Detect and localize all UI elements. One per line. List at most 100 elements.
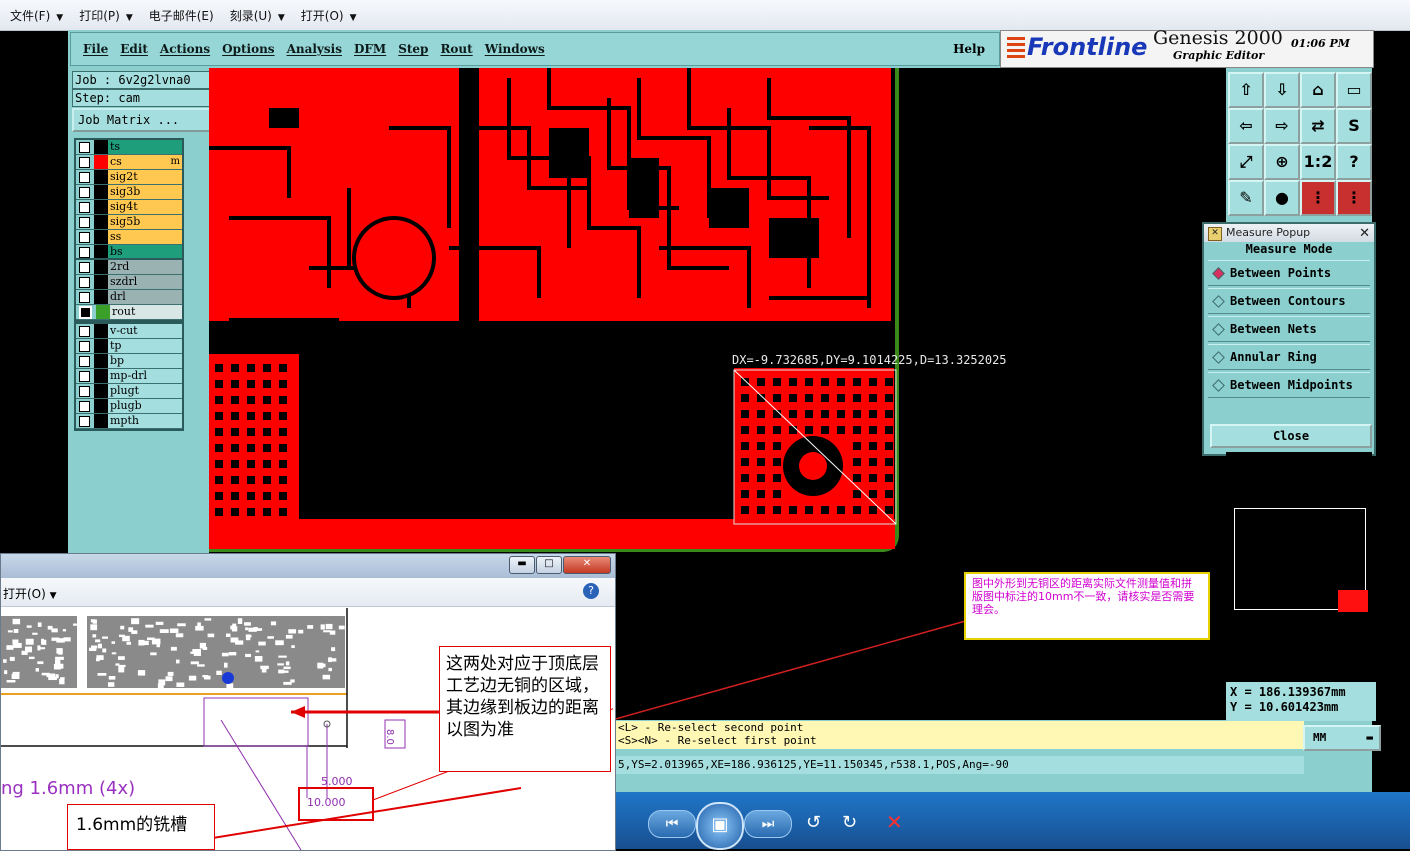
layer-row-drl[interactable]: drl [76, 290, 182, 305]
menu-analysis[interactable]: Analysis [287, 42, 342, 56]
layer-row-2rd[interactable]: 2rd [76, 260, 182, 275]
layer-name[interactable]: ts [108, 140, 182, 154]
layer-checkbox[interactable] [79, 201, 90, 213]
layer-name[interactable]: sig5b [108, 215, 182, 229]
layer-row-bp[interactable]: bp [76, 354, 182, 369]
layer-checkbox[interactable] [79, 355, 90, 367]
layer-checkbox[interactable] [79, 216, 90, 228]
menu-edit[interactable]: Edit [120, 42, 148, 56]
play-icon[interactable]: ▣ [696, 802, 744, 850]
layer-name[interactable]: bp [108, 354, 182, 368]
rotate-right-icon[interactable]: ↻ [842, 812, 857, 833]
layer-name[interactable]: rout [110, 305, 182, 319]
layer-checkbox[interactable] [79, 156, 90, 168]
layer-row-sig4t[interactable]: sig4t [76, 200, 182, 215]
layer-checkbox[interactable] [79, 276, 90, 288]
option-between-midpoints[interactable]: Between Midpoints [1208, 372, 1370, 398]
option-between-points[interactable]: Between Points [1208, 260, 1370, 286]
toolbar-email-menu[interactable]: 电子邮件(E) [149, 7, 214, 24]
pan-left-icon[interactable]: ⇦ [1228, 108, 1264, 144]
close-icon[interactable]: ✕ [563, 556, 611, 574]
layer-row-mp-drl[interactable]: mp-drl [76, 369, 182, 384]
layer-row-v-cut[interactable]: v-cut [76, 324, 182, 339]
toolbar-print-menu[interactable]: 打印(P) ▼ [79, 7, 133, 24]
layer-row-plugt[interactable]: plugt [76, 384, 182, 399]
layer-name[interactable]: szdrl [108, 275, 182, 289]
previous-icon[interactable]: ⏮ [648, 810, 696, 838]
layer-down-icon[interactable]: ⇩ [1264, 72, 1300, 108]
minimap[interactable] [1226, 452, 1372, 682]
layer-row-szdrl[interactable]: szdrl [76, 275, 182, 290]
layer-checkbox[interactable] [79, 231, 90, 243]
menu-help[interactable]: Help [953, 42, 985, 56]
viewer-titlebar[interactable]: ▬ □ ✕ [1, 554, 615, 578]
layer-name[interactable]: drl [108, 290, 182, 304]
menu-dfm[interactable]: DFM [354, 42, 386, 56]
layer-checkbox[interactable] [79, 246, 90, 258]
toolbar-burn-menu[interactable]: 刻录(U) ▼ [230, 7, 285, 24]
layer-checkbox[interactable] [79, 141, 90, 153]
layer-row-sig5b[interactable]: sig5b [76, 215, 182, 230]
layer-name[interactable]: sig4t [108, 200, 182, 214]
zoom-fit-icon[interactable]: ⤢ [1228, 144, 1264, 180]
layer-row-rout[interactable]: rout [76, 305, 182, 320]
measure-close-button[interactable]: Close [1210, 424, 1372, 448]
job-matrix-button[interactable]: Job Matrix ... [72, 108, 212, 132]
zoom-center-icon[interactable]: ⊕ [1264, 144, 1300, 180]
measure-popup-titlebar[interactable]: ✕ Measure Popup ✕ [1204, 224, 1374, 242]
option-between-contours[interactable]: Between Contours [1208, 288, 1370, 314]
layer-checkbox[interactable] [79, 370, 90, 382]
pin-icon[interactable]: ● [1264, 180, 1300, 216]
layer-checkbox[interactable] [79, 385, 90, 397]
layer-name[interactable]: sig3b [108, 185, 182, 199]
option-annular-ring[interactable]: Annular Ring [1208, 344, 1370, 370]
menu-file[interactable]: File [83, 42, 108, 56]
layer-name[interactable]: plugt [108, 384, 182, 398]
drill-icon[interactable]: ⋮ [1336, 180, 1372, 216]
pan-right-icon[interactable]: ⇨ [1264, 108, 1300, 144]
menu-actions[interactable]: Actions [160, 42, 210, 56]
toolbar-file-menu[interactable]: 文件(F) ▼ [10, 7, 63, 24]
layer-checkbox[interactable] [79, 186, 90, 198]
minimize-icon[interactable]: ▬ [509, 556, 535, 574]
layer-row-sig2t[interactable]: sig2t [76, 170, 182, 185]
option-between-nets[interactable]: Between Nets [1208, 316, 1370, 342]
layer-name[interactable]: plugb [108, 399, 182, 413]
toolbar-open-menu[interactable]: 打开(O) ▼ [301, 7, 357, 24]
menu-windows[interactable]: Windows [485, 42, 545, 56]
viewer-open-menu[interactable]: 打开(O) ▼ [3, 585, 57, 602]
layer-checkbox[interactable] [79, 400, 90, 412]
layer-row-ss[interactable]: ss [76, 230, 182, 245]
layer-checkbox[interactable] [79, 291, 90, 303]
menu-step[interactable]: Step [398, 42, 428, 56]
home-icon[interactable]: ⌂ [1300, 72, 1336, 108]
layer-checkbox[interactable] [79, 261, 90, 273]
help-icon[interactable]: ? [583, 583, 599, 599]
menu-rout[interactable]: Rout [440, 42, 472, 56]
layer-name[interactable]: 2rd [108, 260, 182, 274]
delete-icon[interactable]: ✕ [886, 810, 903, 834]
layer-name[interactable]: mpth [108, 414, 182, 428]
layer-row-sig3b[interactable]: sig3b [76, 185, 182, 200]
layer-name[interactable]: mp-drl [108, 369, 182, 383]
scale-icon[interactable]: 1:2 [1300, 144, 1336, 180]
layer-row-tp[interactable]: tp [76, 339, 182, 354]
layer-checkbox[interactable] [79, 325, 90, 337]
maximize-icon[interactable]: □ [536, 556, 562, 574]
net-icon[interactable]: ⋮ [1300, 180, 1336, 216]
units-button[interactable]: MM ▬ [1303, 725, 1381, 751]
next-icon[interactable]: ⏭ [744, 810, 792, 838]
measure-icon[interactable]: ✎ [1228, 180, 1264, 216]
layer-name[interactable]: bs [108, 245, 182, 259]
layer-row-cs[interactable]: cs m [76, 155, 182, 170]
layer-name[interactable]: v-cut [108, 324, 182, 338]
window-icon[interactable]: ▭ [1336, 72, 1372, 108]
layer-checkbox[interactable] [79, 415, 90, 427]
layer-checkbox[interactable] [79, 171, 90, 183]
layer-row-mpth[interactable]: mpth [76, 414, 182, 429]
snap-icon[interactable]: S [1336, 108, 1372, 144]
help-icon[interactable]: ? [1336, 144, 1372, 180]
layer-name[interactable]: cs m [108, 155, 182, 169]
menu-options[interactable]: Options [222, 42, 274, 56]
layer-checkbox[interactable] [79, 340, 90, 352]
